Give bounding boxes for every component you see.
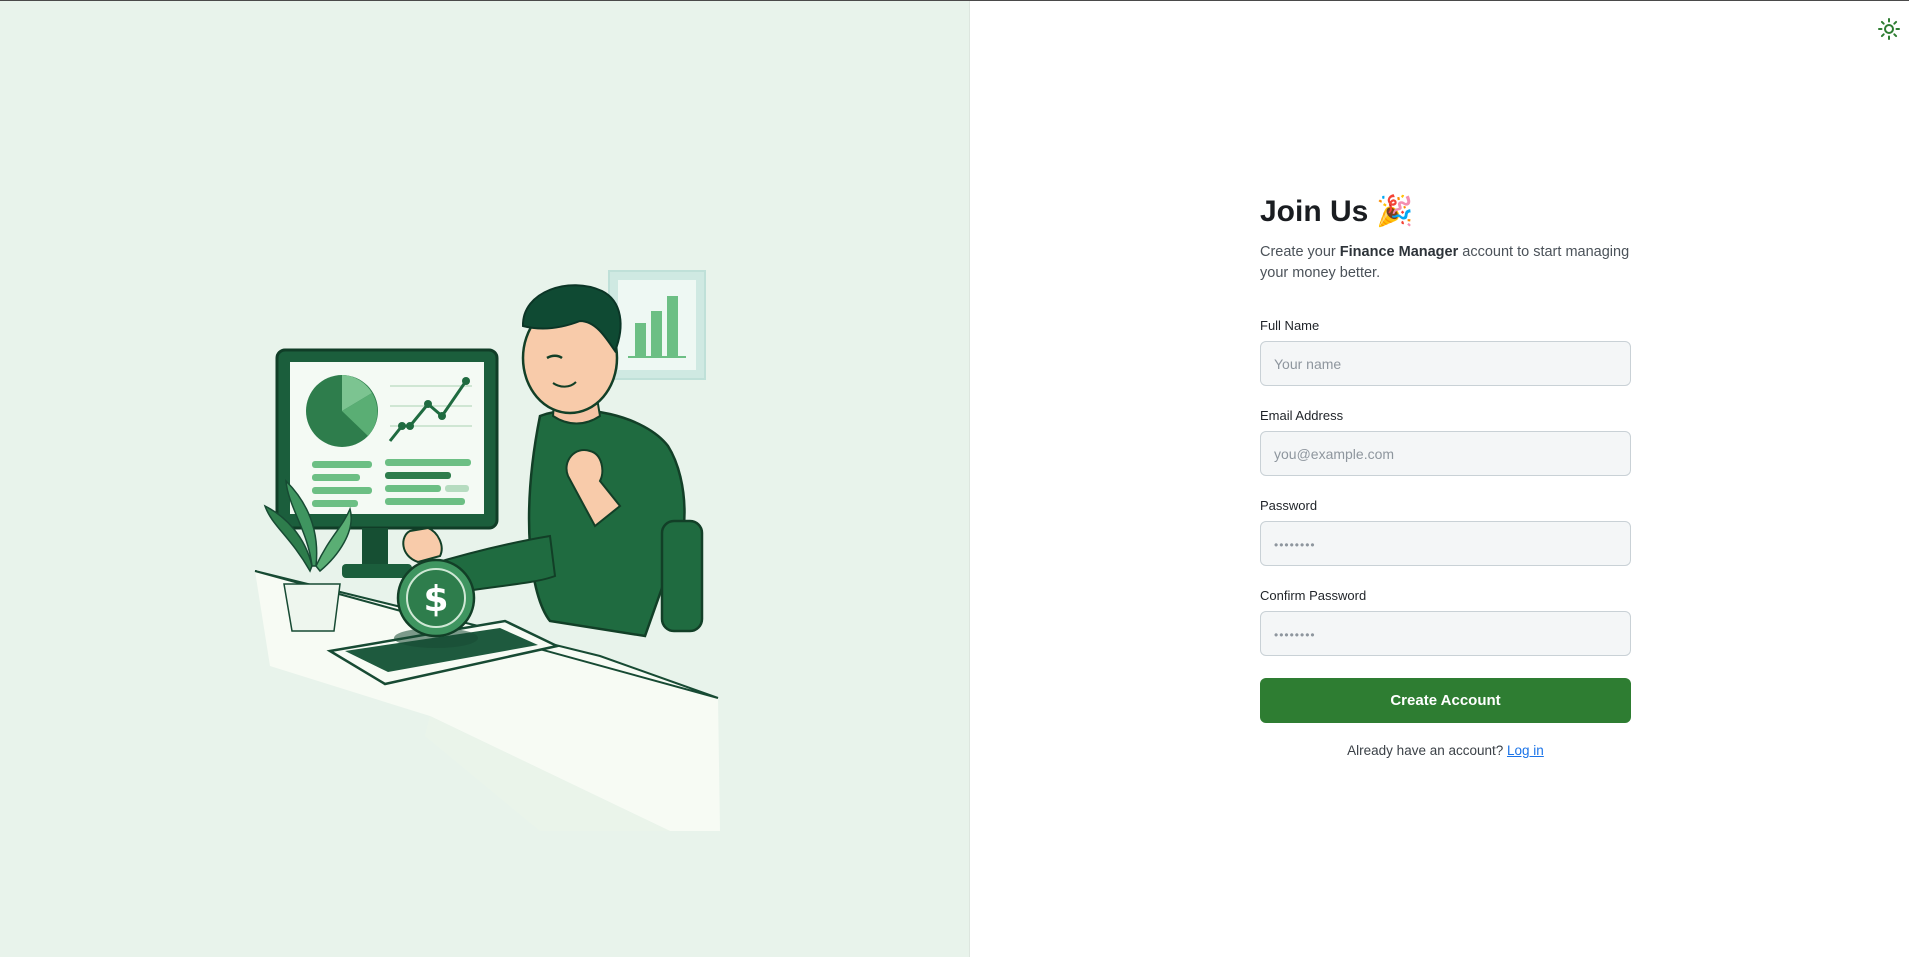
hero-panel: $ <box>0 1 970 957</box>
title-text: Join Us <box>1260 195 1369 228</box>
page-title: Join Us 🎉 <box>1260 194 1631 230</box>
svg-text:$: $ <box>423 579 448 620</box>
login-prompt-text: Already have an account? <box>1347 743 1504 758</box>
confirm-password-group: Confirm Password <box>1260 588 1631 656</box>
login-prompt: Already have an account? Log in <box>1260 743 1631 758</box>
email-group: Email Address <box>1260 408 1631 476</box>
login-link[interactable]: Log in <box>1507 743 1544 758</box>
signup-form: Join Us 🎉 Create your Finance Manager ac… <box>1260 194 1631 758</box>
full-name-label: Full Name <box>1260 318 1320 333</box>
theme-toggle-button[interactable] <box>1877 17 1901 41</box>
sun-icon <box>1878 18 1900 40</box>
signup-panel: Join Us 🎉 Create your Finance Manager ac… <box>971 1 1909 957</box>
full-name-group: Full Name <box>1260 318 1631 386</box>
brand-name: Finance Manager <box>1339 244 1459 260</box>
create-account-button[interactable]: Create Account <box>1260 678 1631 723</box>
confirm-password-label: Confirm Password <box>1260 588 1367 603</box>
subtitle-prefix: Create your <box>1260 244 1340 260</box>
page-subtitle: Create your Finance Manager account to s… <box>1260 242 1631 284</box>
party-popper-icon: 🎉 <box>1376 195 1414 228</box>
password-input[interactable] <box>1260 521 1631 566</box>
full-name-input[interactable] <box>1260 341 1631 386</box>
finance-illustration: $ <box>254 270 720 831</box>
email-input[interactable] <box>1260 431 1631 476</box>
password-label: Password <box>1260 498 1318 513</box>
confirm-password-input[interactable] <box>1260 611 1631 656</box>
password-group: Password <box>1260 498 1631 566</box>
email-label: Email Address <box>1260 408 1344 423</box>
